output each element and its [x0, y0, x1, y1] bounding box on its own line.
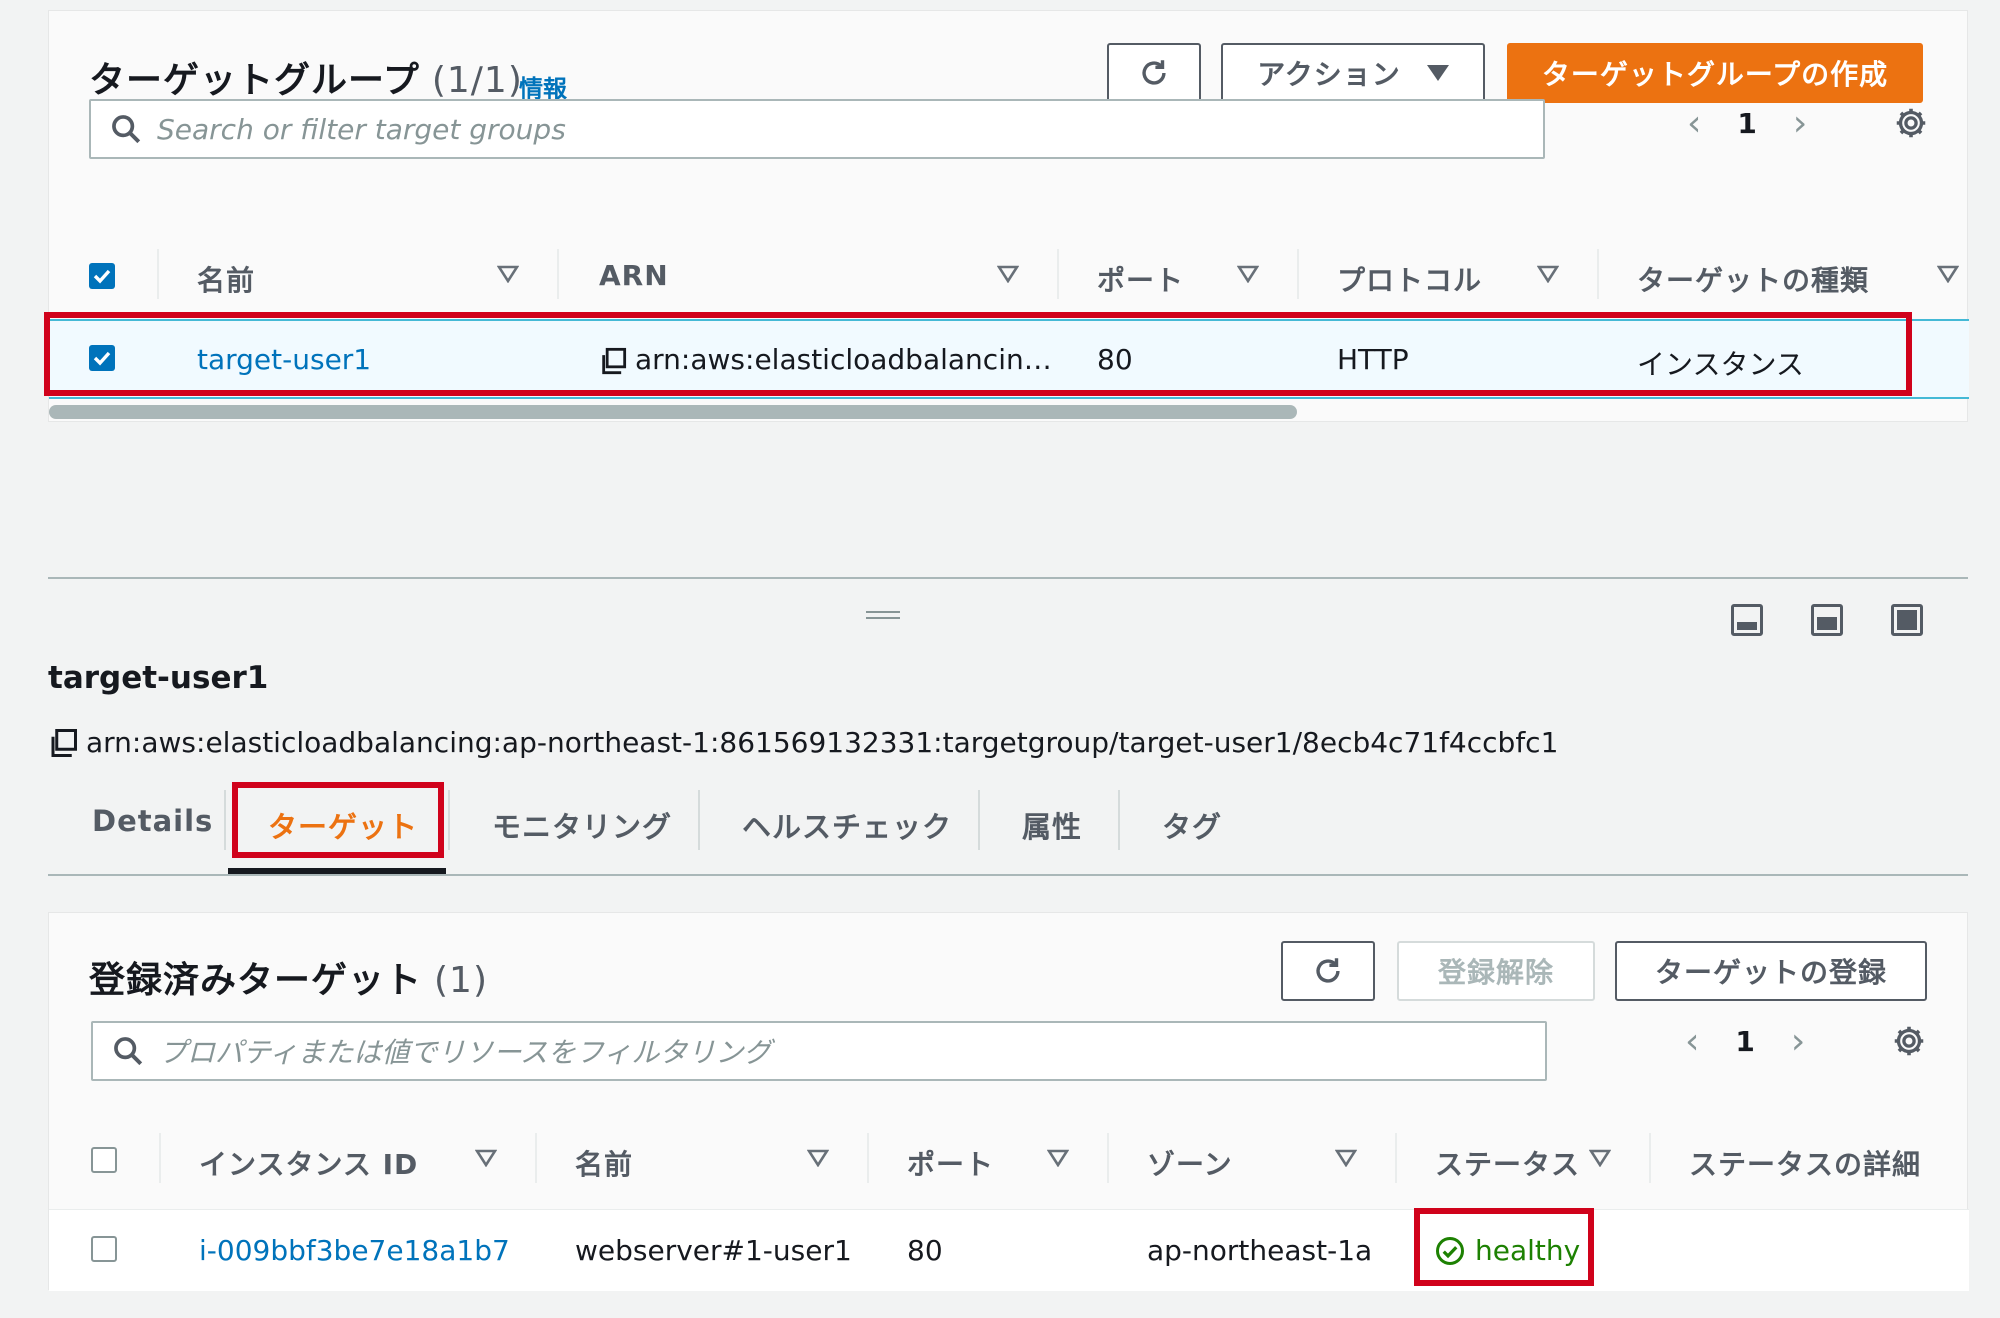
- check-icon: [93, 269, 111, 284]
- target-groups-count: (1/1): [431, 60, 523, 101]
- resize-handle-icon[interactable]: [866, 611, 900, 619]
- column-header-name[interactable]: 名前: [197, 259, 255, 299]
- registered-targets-count: (1): [434, 960, 489, 1001]
- column-header-name[interactable]: 名前: [575, 1143, 633, 1183]
- refresh-targets-button[interactable]: [1281, 941, 1375, 1001]
- column-separator: [867, 1133, 869, 1183]
- instance-zone: ap-northeast-1a: [1147, 1234, 1373, 1267]
- column-header-instance-id[interactable]: インスタンス ID: [199, 1143, 418, 1183]
- column-separator: [157, 249, 159, 299]
- active-tab-underline: [228, 868, 446, 874]
- create-target-group-button[interactable]: ターゲットグループの作成: [1507, 43, 1923, 103]
- current-page[interactable]: 1: [1735, 1025, 1754, 1058]
- column-header-port[interactable]: ポート: [907, 1143, 994, 1183]
- caret-down-icon: [1426, 65, 1449, 81]
- next-page-icon[interactable]: ›: [1793, 103, 1807, 144]
- column-separator: [1649, 1133, 1651, 1183]
- sort-triangle-icon[interactable]: [997, 265, 1019, 283]
- sort-triangle-icon[interactable]: [807, 1149, 829, 1167]
- tab-separator: [698, 790, 700, 850]
- column-header-port[interactable]: ポート: [1097, 259, 1184, 299]
- target-groups-search-input[interactable]: Search or filter target groups: [89, 99, 1545, 159]
- tab-tags[interactable]: タグ: [1162, 804, 1222, 846]
- pagination: ‹ 1 ›: [1687, 103, 1807, 144]
- tab-separator: [978, 790, 980, 850]
- tab-separator: [224, 790, 226, 850]
- highlight-health-status: [1414, 1208, 1594, 1286]
- column-header-arn[interactable]: ARN: [599, 259, 669, 292]
- targets-pagination: ‹ 1 ›: [1685, 1021, 1805, 1062]
- column-separator: [1597, 249, 1599, 299]
- refresh-icon: [1142, 60, 1166, 85]
- layout-bottom-icon[interactable]: [1731, 604, 1763, 636]
- panel-title: ターゲットグループ (1/1): [89, 51, 523, 103]
- sort-triangle-icon[interactable]: [1335, 1149, 1357, 1167]
- sort-triangle-icon[interactable]: [1237, 265, 1259, 283]
- next-page-icon[interactable]: ›: [1791, 1021, 1805, 1062]
- column-separator: [1107, 1133, 1109, 1183]
- search-icon: [111, 1034, 145, 1068]
- column-separator: [1297, 249, 1299, 299]
- instance-name: webserver#1-user1: [575, 1234, 852, 1267]
- deregister-button[interactable]: 登録解除: [1397, 941, 1595, 1001]
- layout-full-icon[interactable]: [1891, 604, 1923, 636]
- targets-table-header: インスタンス ID 名前 ポート ゾーン ステータス ステータスの詳細: [49, 1113, 1969, 1213]
- sort-triangle-icon[interactable]: [1537, 265, 1559, 283]
- copy-icon[interactable]: [48, 728, 78, 758]
- refresh-button[interactable]: [1107, 43, 1201, 103]
- refresh-icon: [1316, 958, 1340, 983]
- sort-triangle-icon[interactable]: [1937, 265, 1959, 283]
- column-separator: [557, 249, 559, 299]
- detail-title: target-user1: [48, 660, 269, 696]
- detail-arn: arn:aws:elasticloadbalancing:ap-northeas…: [86, 726, 1559, 759]
- search-icon: [109, 112, 143, 146]
- sort-triangle-icon[interactable]: [1589, 1149, 1611, 1167]
- targets-filter-input[interactable]: プロパティまたは値でリソースをフィルタリング: [91, 1021, 1547, 1081]
- column-separator: [1395, 1133, 1397, 1183]
- current-page[interactable]: 1: [1737, 107, 1756, 140]
- sort-triangle-icon[interactable]: [475, 1149, 497, 1167]
- column-separator: [159, 1133, 161, 1183]
- column-separator: [535, 1133, 537, 1183]
- tab-details[interactable]: Details: [92, 804, 213, 838]
- horizontal-scrollbar[interactable]: [49, 405, 1297, 419]
- settings-gear-icon[interactable]: [1893, 105, 1929, 141]
- actions-dropdown-button[interactable]: アクション: [1221, 43, 1485, 103]
- row-checkbox[interactable]: [91, 1236, 117, 1262]
- instance-id-link[interactable]: i-009bbf3be7e18a1b7: [199, 1234, 510, 1267]
- highlight-selected-row: [44, 312, 1912, 396]
- registered-targets-heading: 登録済みターゲット (1): [89, 951, 488, 1003]
- split-divider: [48, 577, 1968, 579]
- tab-separator: [1118, 790, 1120, 850]
- previous-page-icon[interactable]: ‹: [1685, 1021, 1699, 1062]
- table-row[interactable]: i-009bbf3be7e18a1b7 webserver#1-user1 80…: [49, 1209, 1969, 1291]
- select-all-checkbox[interactable]: [89, 263, 115, 289]
- register-targets-button[interactable]: ターゲットの登録: [1615, 941, 1927, 1001]
- registered-targets-title: 登録済みターゲット: [89, 960, 423, 1001]
- instance-port: 80: [907, 1234, 943, 1267]
- target-groups-title: ターゲットグループ: [89, 60, 420, 101]
- filter-placeholder: プロパティまたは値でリソースをフィルタリング: [159, 1036, 772, 1069]
- settings-gear-icon[interactable]: [1891, 1023, 1927, 1059]
- tab-health-check[interactable]: ヘルスチェック: [742, 804, 952, 846]
- select-all-checkbox[interactable]: [91, 1147, 117, 1173]
- tab-separator: [448, 790, 450, 850]
- actions-label: アクション: [1257, 58, 1401, 91]
- column-header-status-details[interactable]: ステータスの詳細: [1689, 1143, 1921, 1183]
- column-header-protocol[interactable]: プロトコル: [1337, 259, 1482, 299]
- tab-attributes[interactable]: 属性: [1022, 804, 1082, 846]
- layout-half-icon[interactable]: [1811, 604, 1843, 636]
- highlight-targets-tab: [232, 782, 444, 858]
- column-header-target-type[interactable]: ターゲットの種類: [1637, 259, 1869, 299]
- registered-targets-panel: 登録済みターゲット (1) 登録解除 ターゲットの登録 プロパティまたは値でリソー…: [48, 912, 1969, 1291]
- search-placeholder: Search or filter target groups: [157, 112, 566, 146]
- previous-page-icon[interactable]: ‹: [1687, 103, 1701, 144]
- column-header-status[interactable]: ステータス: [1435, 1143, 1580, 1183]
- tab-monitoring[interactable]: モニタリング: [492, 804, 672, 846]
- column-separator: [1057, 249, 1059, 299]
- sort-triangle-icon[interactable]: [1047, 1149, 1069, 1167]
- sort-triangle-icon[interactable]: [497, 265, 519, 283]
- column-header-zone[interactable]: ゾーン: [1147, 1143, 1233, 1183]
